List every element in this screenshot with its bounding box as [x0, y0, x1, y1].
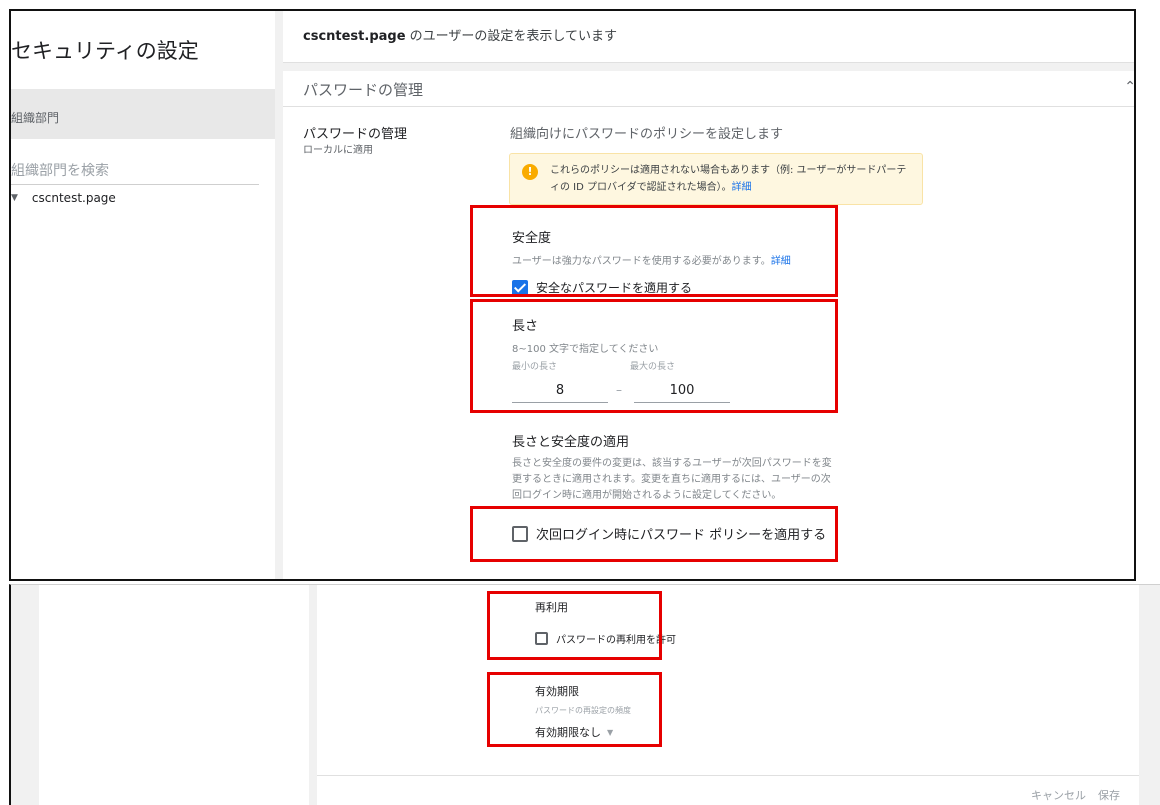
- max-length-label: 最大の長さ: [630, 362, 676, 372]
- cancel-button[interactable]: キャンセル: [1031, 787, 1086, 803]
- setting-name: パスワードの管理: [303, 127, 408, 142]
- panel-divider: [309, 585, 317, 805]
- enforcement-title: 長さと安全度の適用: [512, 435, 630, 450]
- card-footer: キャンセル 保存: [317, 775, 1139, 805]
- caret-down-icon[interactable]: ▼: [11, 193, 18, 203]
- setting-scope: ローカルに適用: [303, 145, 373, 156]
- allow-reuse-checkbox[interactable]: [535, 632, 548, 645]
- min-length-input[interactable]: [512, 379, 608, 403]
- password-management-card: パスワードの管理 ⌃ パスワードの管理 ローカルに適用 組織向けにパスワードのポ…: [283, 71, 1134, 579]
- length-separator: –: [616, 383, 622, 397]
- min-length-label: 最小の長さ: [512, 362, 558, 372]
- expiration-description: パスワードの再設定の頻度: [535, 706, 631, 715]
- enforcement-section: 長さと安全度の適用 長さと安全度の要件の変更は、該当するユーザーが次回パスワード…: [512, 431, 832, 543]
- strength-section: 安全度 ユーザーは強力なパスワードを使用する必要があります。詳細 安全なパスワー…: [512, 227, 791, 296]
- strength-title: 安全度: [512, 231, 552, 246]
- upper-screenshot: セキュリティの設定 組織部門 ▼ cscntest.page cscntest.…: [9, 9, 1136, 581]
- settings-scope-header: cscntest.page のユーザーの設定を表示しています: [283, 11, 1134, 63]
- policy-notice: ! これらのポリシーは適用されない場合もあります（例: ユーザーがサードパーティ…: [509, 153, 923, 205]
- strong-password-checkbox[interactable]: [512, 279, 528, 296]
- main-content: cscntest.page のユーザーの設定を表示しています パスワードの管理 …: [283, 11, 1134, 579]
- setting-description: 組織向けにパスワードのポリシーを設定します: [510, 127, 784, 142]
- scope-text: のユーザーの設定を表示しています: [405, 29, 618, 44]
- reuse-section: 再利用 パスワードの再利用を許可: [535, 599, 676, 646]
- right-margin: [1139, 585, 1160, 805]
- save-button[interactable]: 保存: [1098, 787, 1120, 803]
- org-unit-panel: ▼ cscntest.page: [11, 139, 275, 579]
- card-title: パスワードの管理: [303, 81, 424, 99]
- enforce-next-login-checkbox-row[interactable]: 次回ログイン時にパスワード ポリシーを適用する: [512, 524, 832, 543]
- strong-password-label: 安全なパスワードを適用する: [536, 281, 693, 295]
- expiration-selected-value: 有効期限なし: [535, 726, 601, 739]
- allow-reuse-label: パスワードの再利用を許可: [556, 635, 676, 646]
- strength-details-link[interactable]: 詳細: [771, 256, 791, 267]
- allow-reuse-checkbox-row[interactable]: パスワードの再利用を許可: [535, 631, 676, 646]
- expiration-section: 有効期限 パスワードの再設定の頻度 有効期限なし ▼: [535, 683, 631, 740]
- enforcement-description: 長さと安全度の要件の変更は、該当するユーザーが次回パスワードを変更するときに適用…: [512, 458, 832, 501]
- lower-screenshot: 再利用 パスワードの再利用を許可 有効期限 パスワードの再設定の頻度 有効期限な…: [9, 584, 1160, 805]
- info-icon: !: [522, 164, 538, 180]
- collapse-chevron-icon[interactable]: ⌃: [1124, 79, 1134, 95]
- length-title: 長さ: [512, 319, 539, 334]
- org-unit-search-input[interactable]: [11, 157, 259, 185]
- enforce-next-login-checkbox[interactable]: [512, 525, 528, 542]
- left-margin: [11, 585, 39, 805]
- expiration-dropdown[interactable]: 有効期限なし ▼: [535, 724, 613, 740]
- length-description: 8~100 文字で指定してください: [512, 344, 659, 355]
- org-tree-item[interactable]: ▼ cscntest.page: [11, 191, 116, 205]
- notice-details-link[interactable]: 詳細: [732, 182, 752, 193]
- max-length-input[interactable]: [634, 379, 730, 403]
- dropdown-arrow-icon[interactable]: ▼: [607, 728, 613, 737]
- strong-password-checkbox-row[interactable]: 安全なパスワードを適用する: [512, 279, 791, 296]
- enforce-next-login-label: 次回ログイン時にパスワード ポリシーを適用する: [536, 528, 827, 543]
- notice-text: これらのポリシーは適用されない場合もあります（例: ユーザーがサードパーティの …: [550, 165, 907, 193]
- expiration-title: 有効期限: [535, 685, 579, 698]
- strength-description: ユーザーは強力なパスワードを使用する必要があります。詳細: [512, 256, 791, 267]
- sidebar: セキュリティの設定 組織部門 ▼ cscntest.page: [11, 11, 275, 579]
- length-section: 長さ 8~100 文字で指定してください 最小の長さ 最大の長さ –: [512, 315, 832, 405]
- card-header[interactable]: パスワードの管理 ⌃: [283, 71, 1134, 107]
- org-unit-section-label: 組織部門: [11, 89, 275, 139]
- org-tree-item-label: cscntest.page: [31, 191, 116, 205]
- reuse-title: 再利用: [535, 601, 568, 614]
- page-title: セキュリティの設定: [11, 25, 275, 81]
- domain-name: cscntest.page: [303, 29, 406, 44]
